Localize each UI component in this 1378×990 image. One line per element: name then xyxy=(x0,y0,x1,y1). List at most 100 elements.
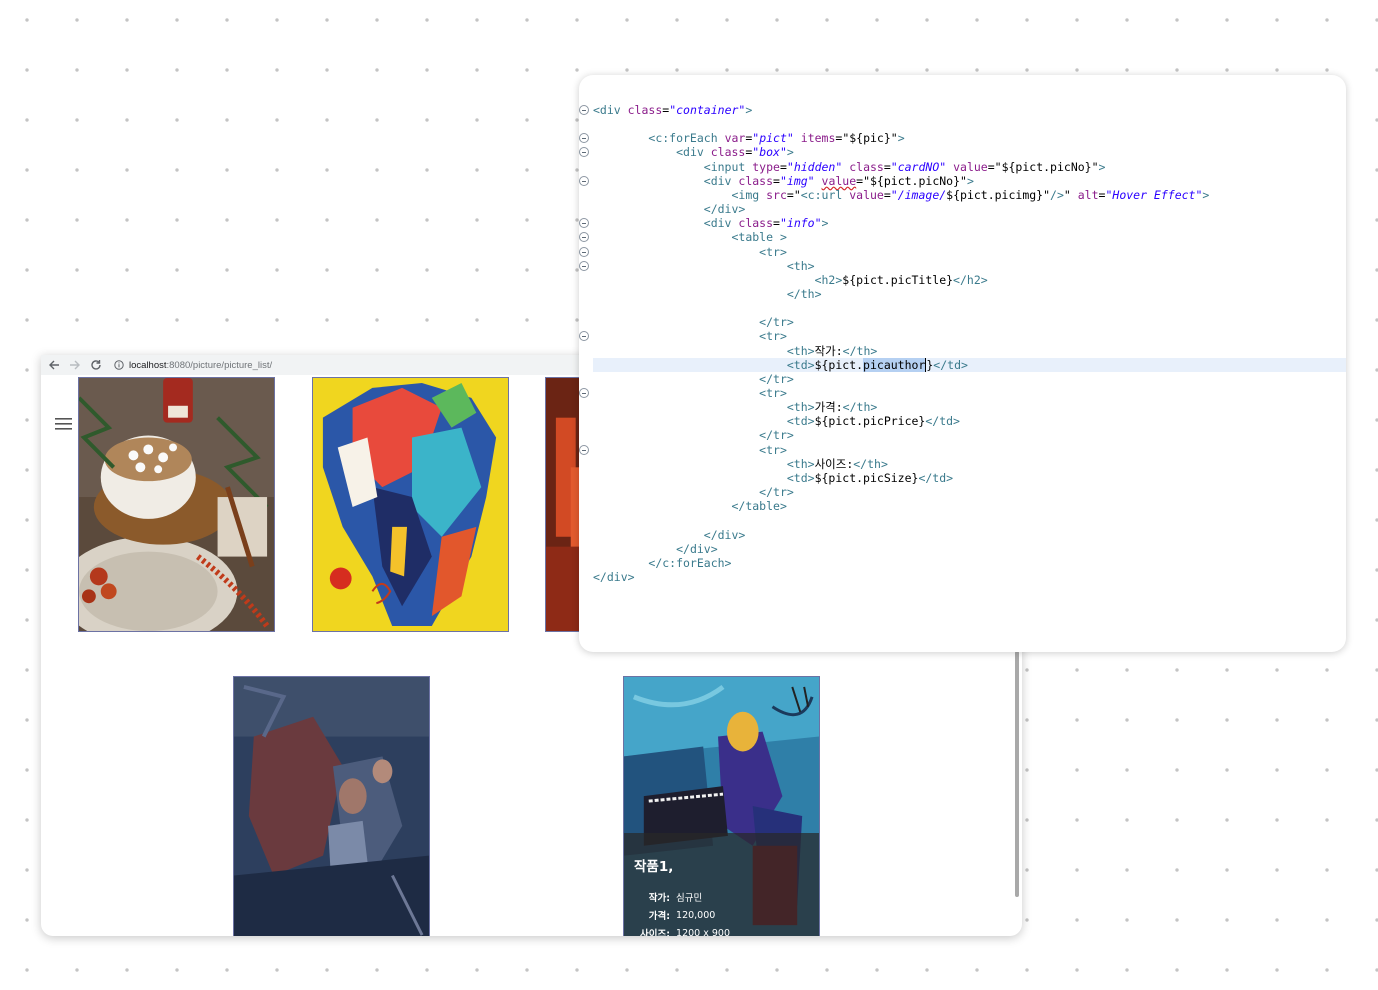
url-field[interactable]: localhost:8080/picture/picture_list/ xyxy=(114,360,272,371)
code-line[interactable]: <td>${pict.picPrice}</td> xyxy=(579,414,1346,428)
code-token: </th> xyxy=(842,343,878,358)
code-text: <div class="box"> xyxy=(593,145,794,159)
code-line[interactable]: </table> xyxy=(579,499,1346,513)
hamburger-menu-icon[interactable] xyxy=(55,417,73,431)
fold-toggle-icon[interactable] xyxy=(579,218,589,229)
code-token: <th> xyxy=(786,400,815,415)
colorful-horse-painting[interactable] xyxy=(312,377,509,632)
fold-toggle-icon[interactable] xyxy=(579,175,589,186)
code-token: <h2> xyxy=(814,272,843,287)
code-text: </div> xyxy=(593,528,746,542)
fold-toggle-icon[interactable] xyxy=(579,444,589,455)
code-line[interactable]: </div> xyxy=(579,570,1346,584)
code-token: <tr> xyxy=(759,442,787,457)
code-line[interactable] xyxy=(579,513,1346,527)
code-line[interactable]: </tr> xyxy=(579,372,1346,386)
code-line[interactable]: <th>작가:</th> xyxy=(579,344,1346,358)
code-token: class xyxy=(849,159,884,174)
code-line[interactable]: </c:forEach> xyxy=(579,556,1346,570)
code-token: src xyxy=(766,187,787,202)
code-token: </th> xyxy=(853,456,888,471)
code-line[interactable]: <tr> xyxy=(579,386,1346,400)
code-line[interactable]: </tr> xyxy=(579,315,1346,329)
hover-info-overlay: 작품1, 작가: 심규민 가격: 120,000 사이즈: 1200 x 900 xyxy=(624,833,819,936)
code-text: <img src="<c:url value="/image/${pict.pi… xyxy=(593,188,1209,202)
code-line[interactable]: <img src="<c:url value="/image/${pict.pi… xyxy=(579,188,1346,202)
code-line[interactable]: <div class="box"> xyxy=(579,145,1346,159)
code-line[interactable]: <div class="info"> xyxy=(579,216,1346,230)
blue-figures-painting[interactable] xyxy=(233,676,430,936)
code-token: ="${pict.picNo}" xyxy=(987,159,1099,174)
code-line[interactable]: <td>${pict.picauthor}</td> xyxy=(593,357,1346,372)
code-line[interactable]: <td>${pict.picSize}</td> xyxy=(579,471,1346,485)
code-line[interactable]: </tr> xyxy=(579,428,1346,442)
size-value: 1200 x 900 xyxy=(676,927,731,937)
code-line[interactable]: <th>사이즈:</th> xyxy=(579,457,1346,471)
code-token: type xyxy=(752,159,780,174)
code-line[interactable]: <tr> xyxy=(579,245,1346,259)
code-token: " xyxy=(1063,187,1078,202)
author-value: 심규민 xyxy=(676,893,703,904)
code-line[interactable] xyxy=(579,117,1346,131)
fold-toggle-icon[interactable] xyxy=(579,260,589,271)
fold-toggle-icon[interactable] xyxy=(579,147,589,158)
code-token: ${pict.picPrice} xyxy=(814,414,926,429)
code-line[interactable]: <th>가격:</th> xyxy=(579,400,1346,414)
code-line[interactable]: <input type="hidden" class="cardNO" valu… xyxy=(579,160,1346,174)
code-line[interactable]: </div> xyxy=(579,202,1346,216)
page-scrollbar[interactable] xyxy=(1015,651,1019,897)
code-token: class xyxy=(627,103,663,117)
code-token: ="${pict.picNo}" xyxy=(856,173,967,188)
code-line[interactable]: </div> xyxy=(579,542,1346,556)
code-token: </th> xyxy=(842,400,878,415)
code-line[interactable]: <div class="img" value="${pict.picNo}"> xyxy=(579,174,1346,188)
forward-arrow-icon[interactable] xyxy=(68,358,82,372)
code-token: <c:forEach xyxy=(648,131,725,146)
blue-pianist-painting[interactable]: 작품1, 작가: 심규민 가격: 120,000 사이즈: 1200 x 900 xyxy=(623,676,820,936)
cocoa-mug-photo[interactable] xyxy=(78,377,275,632)
back-arrow-icon[interactable] xyxy=(47,358,61,372)
code-text: </th> xyxy=(593,287,822,301)
code-line[interactable]: <table > xyxy=(579,230,1346,244)
code-line[interactable]: <tr> xyxy=(579,329,1346,343)
code-text: <div class="info"> xyxy=(593,216,829,231)
fold-toggle-icon[interactable] xyxy=(579,232,589,243)
code-line[interactable]: </div> xyxy=(579,528,1346,542)
code-token: "container" xyxy=(669,103,746,117)
reload-icon[interactable] xyxy=(89,358,103,372)
code-token: <div xyxy=(703,216,739,231)
code-line[interactable]: <th> xyxy=(579,259,1346,273)
code-line[interactable]: </tr> xyxy=(579,485,1346,499)
card-title: 작품1, xyxy=(634,859,674,875)
fold-toggle-icon[interactable] xyxy=(579,105,589,115)
code-line[interactable] xyxy=(579,301,1346,315)
code-line[interactable]: <h2>${pict.picTitle}</h2> xyxy=(579,273,1346,287)
code-text: <tr> xyxy=(593,386,787,400)
code-text: <div class="container"> xyxy=(593,103,752,117)
info-icon[interactable] xyxy=(114,360,124,370)
code-text: <tr> xyxy=(593,329,787,343)
fold-toggle-icon[interactable] xyxy=(579,133,589,144)
code-text: <tr> xyxy=(593,245,787,259)
author-label: 작가: xyxy=(648,893,671,904)
code-line[interactable]: </th> xyxy=(579,287,1346,301)
code-line[interactable]: <div class="container"> xyxy=(579,103,1346,117)
fold-toggle-icon[interactable] xyxy=(579,331,589,342)
code-editor[interactable]: <div class="container"> <c:forEach var="… xyxy=(579,75,1346,652)
code-line[interactable]: <tr> xyxy=(579,443,1346,457)
code-token: class xyxy=(710,145,746,160)
code-token: class xyxy=(738,216,774,231)
code-line[interactable]: <c:forEach var="pict" items="${pic}"> xyxy=(579,131,1346,145)
fold-toggle-icon[interactable] xyxy=(579,246,589,257)
fold-toggle-icon[interactable] xyxy=(579,388,589,398)
code-text: <c:forEach var="pict" items="${pic}"> xyxy=(593,131,904,146)
